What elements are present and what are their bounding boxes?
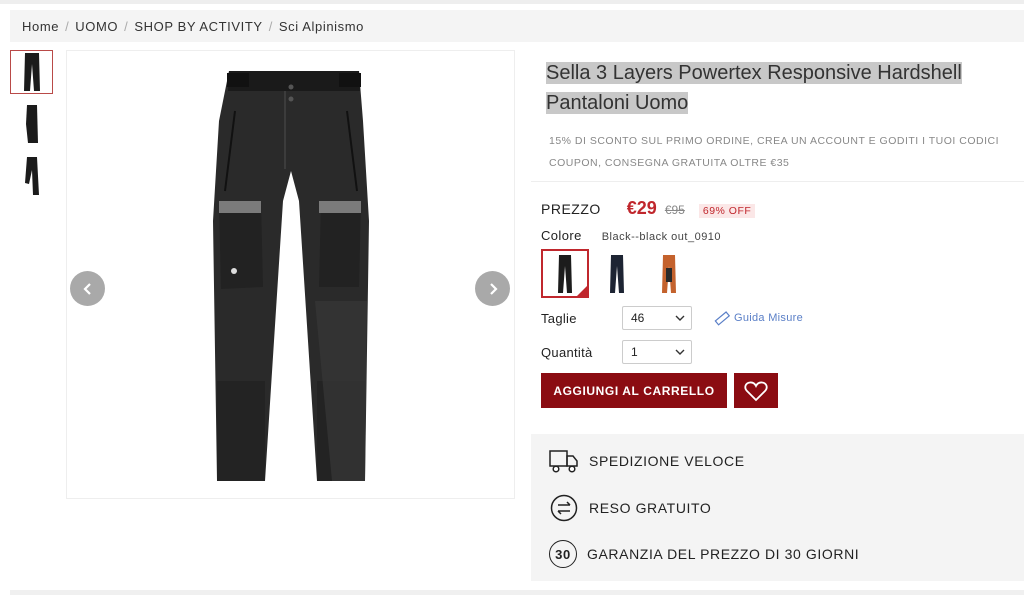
product-title-line2: Pantaloni Uomo [546, 92, 689, 114]
benefit-returns: RESO GRATUITO [549, 493, 711, 523]
promo-line2: COUPON, CONSEGNA GRATUITA OLTRE €35 [549, 157, 790, 169]
guarantee-label: GARANZIA DEL PREZZO DI 30 GIORNI [587, 546, 860, 562]
swatch-orange[interactable] [645, 249, 693, 298]
size-row: Taglie 46 Guida Misure [541, 306, 803, 330]
size-guide-link[interactable]: Guida Misure [714, 310, 803, 326]
promo-line1: 15% DI SCONTO SUL PRIMO ORDINE, CREA UN … [549, 135, 1000, 147]
wishlist-button[interactable] [734, 373, 778, 408]
current-price: €29 [626, 198, 657, 218]
size-label: Taglie [541, 310, 577, 326]
next-image-button[interactable] [475, 271, 510, 306]
shipping-label: SPEDIZIONE VELOCE [589, 453, 745, 469]
product-image [213, 71, 369, 481]
size-select[interactable]: 46 [622, 306, 692, 330]
benefits-panel: SPEDIZIONE VELOCE RESO GRATUITO 30 GARAN… [531, 434, 1024, 581]
return-icon [550, 494, 578, 522]
size-value: 46 [631, 311, 645, 325]
product-title-line1: Sella 3 Layers Powertex Responsive Hards… [546, 62, 962, 84]
thumbnail-side[interactable] [10, 102, 53, 146]
section-divider [531, 181, 1024, 182]
thumbnail-front[interactable] [10, 50, 53, 94]
guarantee-30-icon: 30 [555, 546, 571, 562]
thumbnail-back[interactable] [10, 154, 53, 198]
quantity-label: Quantità [541, 344, 593, 360]
truck-icon [549, 450, 578, 473]
breadcrumb-separator: / [65, 18, 70, 34]
previous-image-button[interactable] [70, 271, 105, 306]
quantity-select[interactable]: 1 [622, 340, 692, 364]
color-swatches [541, 249, 697, 298]
color-row: Colore Black--black out_0910 [541, 228, 721, 243]
chevron-left-icon [82, 282, 91, 295]
returns-label: RESO GRATUITO [589, 500, 712, 516]
promo-text: 15% DI SCONTO SUL PRIMO ORDINE, CREA UN … [549, 130, 1009, 174]
chevron-down-icon [675, 349, 685, 355]
add-to-cart-button[interactable]: AGGIUNGI AL CARRELLO [541, 373, 727, 408]
breadcrumb: Home / UOMO / SHOP BY ACTIVITY / Sci Alp… [10, 10, 1024, 42]
quantity-value: 1 [631, 345, 638, 359]
discount-badge: 69% OFF [698, 204, 756, 218]
selected-check-icon [576, 285, 588, 297]
price-row: PREZZO €29 €95 69% OFF [541, 198, 756, 219]
swatch-black[interactable] [541, 249, 589, 298]
purchase-actions: AGGIUNGI AL CARRELLO [541, 373, 778, 408]
breadcrumb-separator: / [268, 18, 273, 34]
swatch-navy[interactable] [593, 249, 641, 298]
breadcrumb-shop-by-activity[interactable]: SHOP BY ACTIVITY [134, 19, 262, 34]
breadcrumb-separator: / [124, 18, 129, 34]
heart-icon [744, 381, 768, 401]
benefit-guarantee: 30 GARANZIA DEL PREZZO DI 30 GIORNI [549, 540, 859, 568]
quantity-row: Quantità 1 [541, 340, 692, 364]
product-image-gallery [66, 50, 515, 499]
bottom-divider [10, 590, 1024, 595]
breadcrumb-sci-alpinismo[interactable]: Sci Alpinismo [279, 19, 364, 34]
color-label: Colore [541, 228, 582, 243]
chevron-down-icon [675, 315, 685, 321]
product-title: Sella 3 Layers Powertex Responsive Hards… [546, 58, 1024, 118]
selected-color: Black--black out_0910 [601, 231, 722, 243]
original-price: €95 [664, 203, 685, 217]
breadcrumb-home[interactable]: Home [22, 19, 59, 34]
price-label: PREZZO [541, 201, 601, 217]
top-divider [0, 0, 1024, 4]
breadcrumb-uomo[interactable]: UOMO [75, 19, 118, 34]
size-guide-label: Guida Misure [734, 312, 804, 324]
ruler-icon [714, 311, 730, 326]
chevron-right-icon [489, 282, 498, 295]
thumbnail-list [10, 50, 54, 206]
benefit-shipping: SPEDIZIONE VELOCE [549, 446, 745, 476]
